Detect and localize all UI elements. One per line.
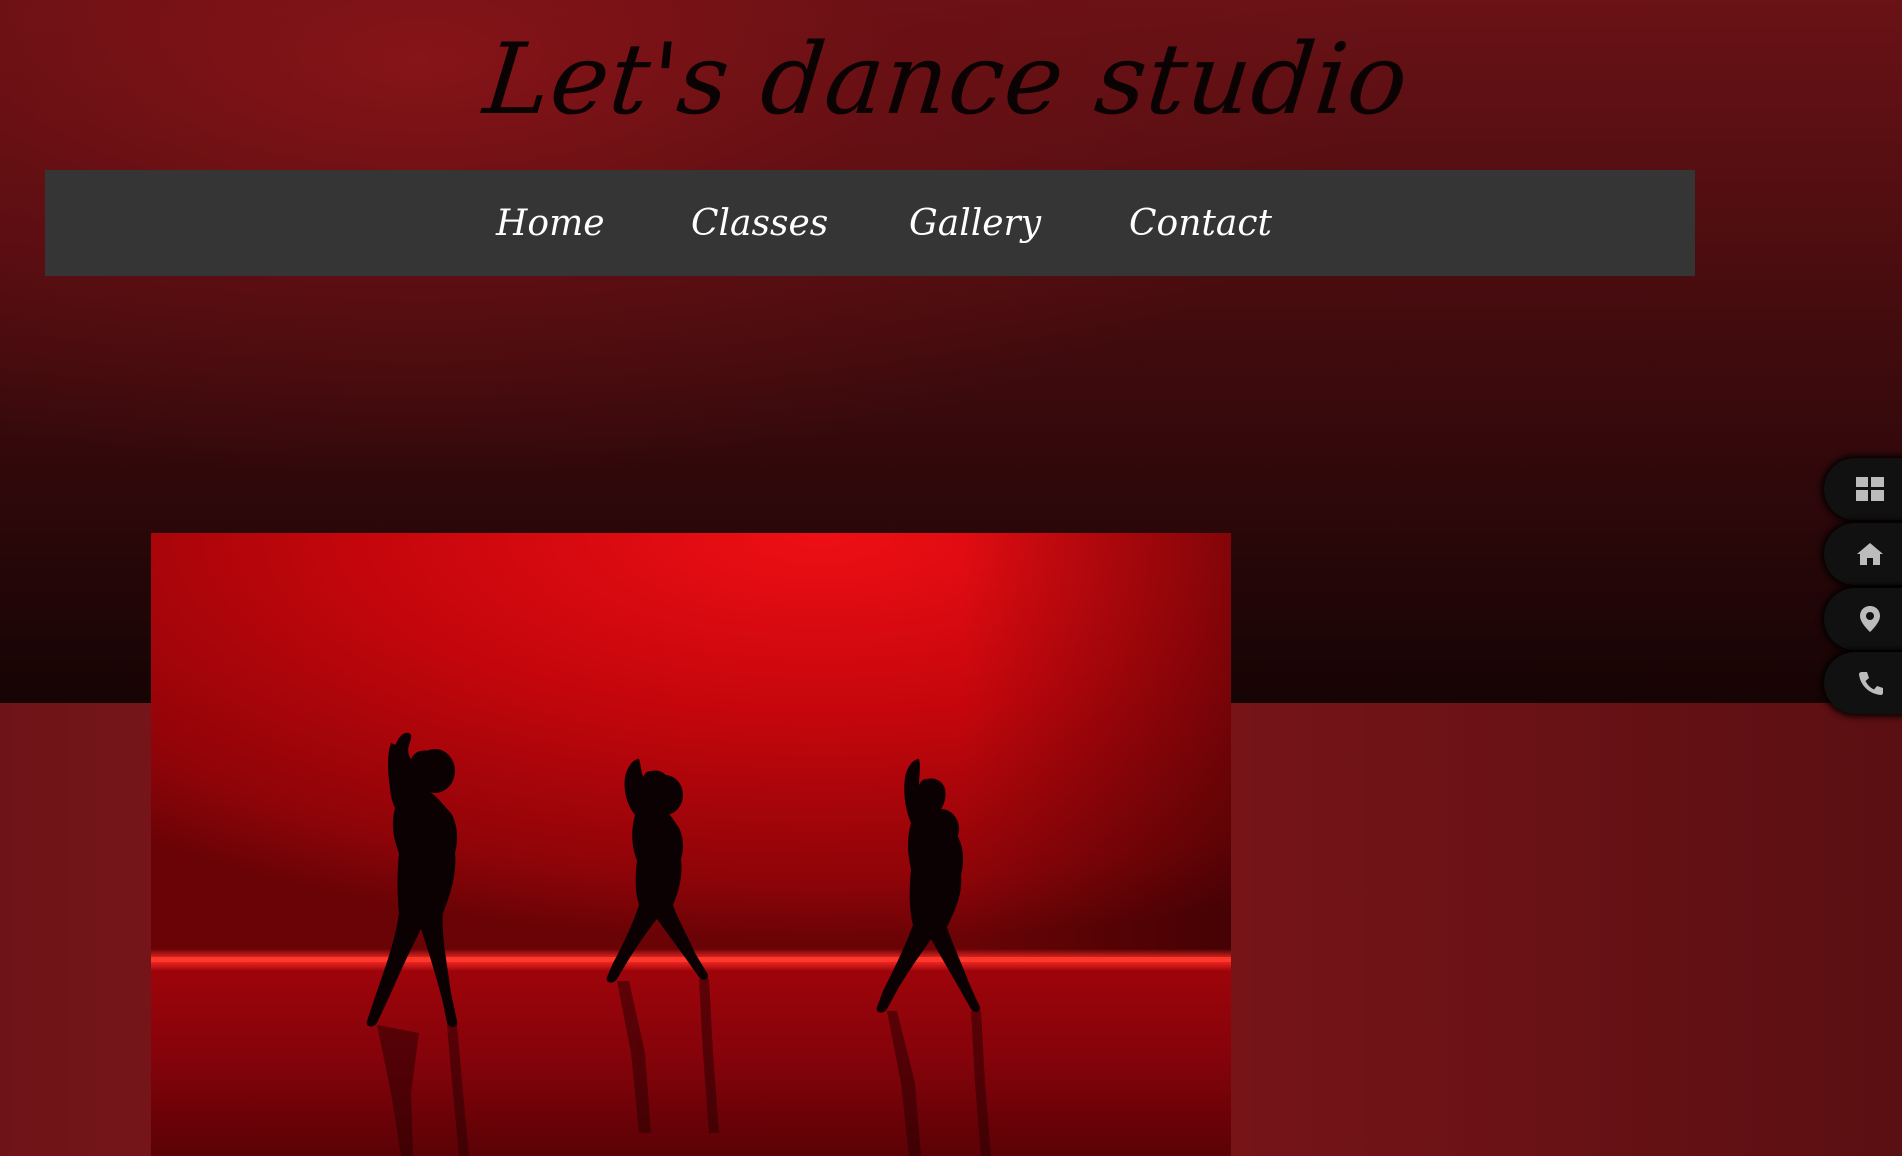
home-button[interactable]: [1824, 523, 1902, 585]
nav-links: Home Classes Gallery Contact: [496, 203, 1272, 244]
main-navigation: Home Classes Gallery Contact: [45, 170, 1695, 276]
nav-item-classes[interactable]: Classes: [691, 203, 909, 244]
nav-item-home[interactable]: Home: [496, 203, 691, 244]
nav-item-gallery[interactable]: Gallery: [909, 203, 1129, 244]
site-title: Let's dance studio: [479, 23, 1415, 137]
grid-icon: [1856, 477, 1884, 501]
hero-image-dancers: [151, 533, 1231, 1156]
dancers-silhouette-photo: [151, 533, 1231, 1156]
phone-button[interactable]: [1824, 652, 1902, 714]
home-icon: [1857, 543, 1883, 565]
location-pin-icon: [1860, 606, 1880, 632]
grid-button[interactable]: [1824, 458, 1902, 520]
phone-icon: [1859, 672, 1883, 695]
location-button[interactable]: [1824, 588, 1902, 650]
nav-item-contact[interactable]: Contact: [1129, 203, 1272, 244]
